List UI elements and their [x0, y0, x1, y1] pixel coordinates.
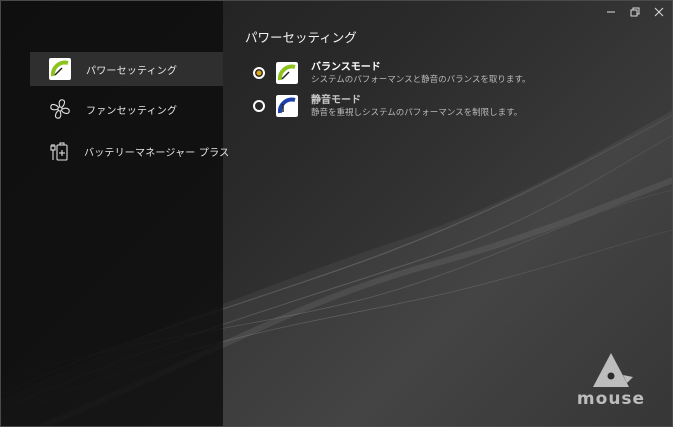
quiet-gauge-icon: [276, 95, 298, 117]
sidebar-item-label: パワーセッティング: [86, 65, 178, 77]
balance-mode-option[interactable]: バランスモード システムのパフォーマンスと静音のバランスを取ります。: [253, 61, 531, 86]
restore-button[interactable]: [624, 0, 646, 24]
restore-icon: [630, 7, 640, 17]
minimize-icon: [607, 11, 615, 13]
sidebar-item-battery-manager[interactable]: バッテリーマネージャー プラス: [30, 134, 229, 168]
balance-mode-title: バランスモード: [311, 62, 381, 73]
quiet-mode-title: 静音モード: [311, 95, 361, 106]
page-title: パワーセッティング: [245, 30, 357, 45]
mouse-logo-icon: [593, 353, 633, 387]
close-icon: [654, 7, 664, 17]
battery-plug-icon: [48, 139, 70, 163]
close-button[interactable]: [648, 0, 670, 24]
balance-mode-description: システムのパフォーマンスと静音のバランスを取ります。: [311, 75, 531, 85]
sidebar-item-power-setting[interactable]: パワーセッティング: [30, 52, 223, 86]
balance-mode-radio[interactable]: [253, 67, 265, 79]
sidebar: パワーセッティング ファンセッティング バッテリーマネージャー プラス: [0, 0, 229, 427]
sidebar-item-label: バッテリーマネージャー プラス: [84, 147, 230, 159]
sidebar-item-fan-setting[interactable]: ファンセッティング: [30, 92, 223, 126]
balance-gauge-icon: [276, 62, 298, 84]
quiet-mode-description: 静音を重視しシステムのパフォーマンスを制限します。: [311, 108, 523, 118]
app-window: パワーセッティング ファンセッティング バッテリーマネージャー プラス パワーセ…: [0, 0, 673, 427]
brand-logo: mouse: [569, 351, 653, 409]
minimize-button[interactable]: [600, 0, 622, 24]
quiet-mode-option[interactable]: 静音モード 静音を重視しシステムのパフォーマンスを制限します。: [253, 94, 522, 119]
logo-text: mouse: [576, 389, 646, 409]
power-gauge-icon: [48, 57, 72, 81]
fan-icon: [48, 97, 72, 121]
quiet-mode-radio[interactable]: [253, 100, 265, 112]
sidebar-item-label: ファンセッティング: [86, 105, 178, 117]
